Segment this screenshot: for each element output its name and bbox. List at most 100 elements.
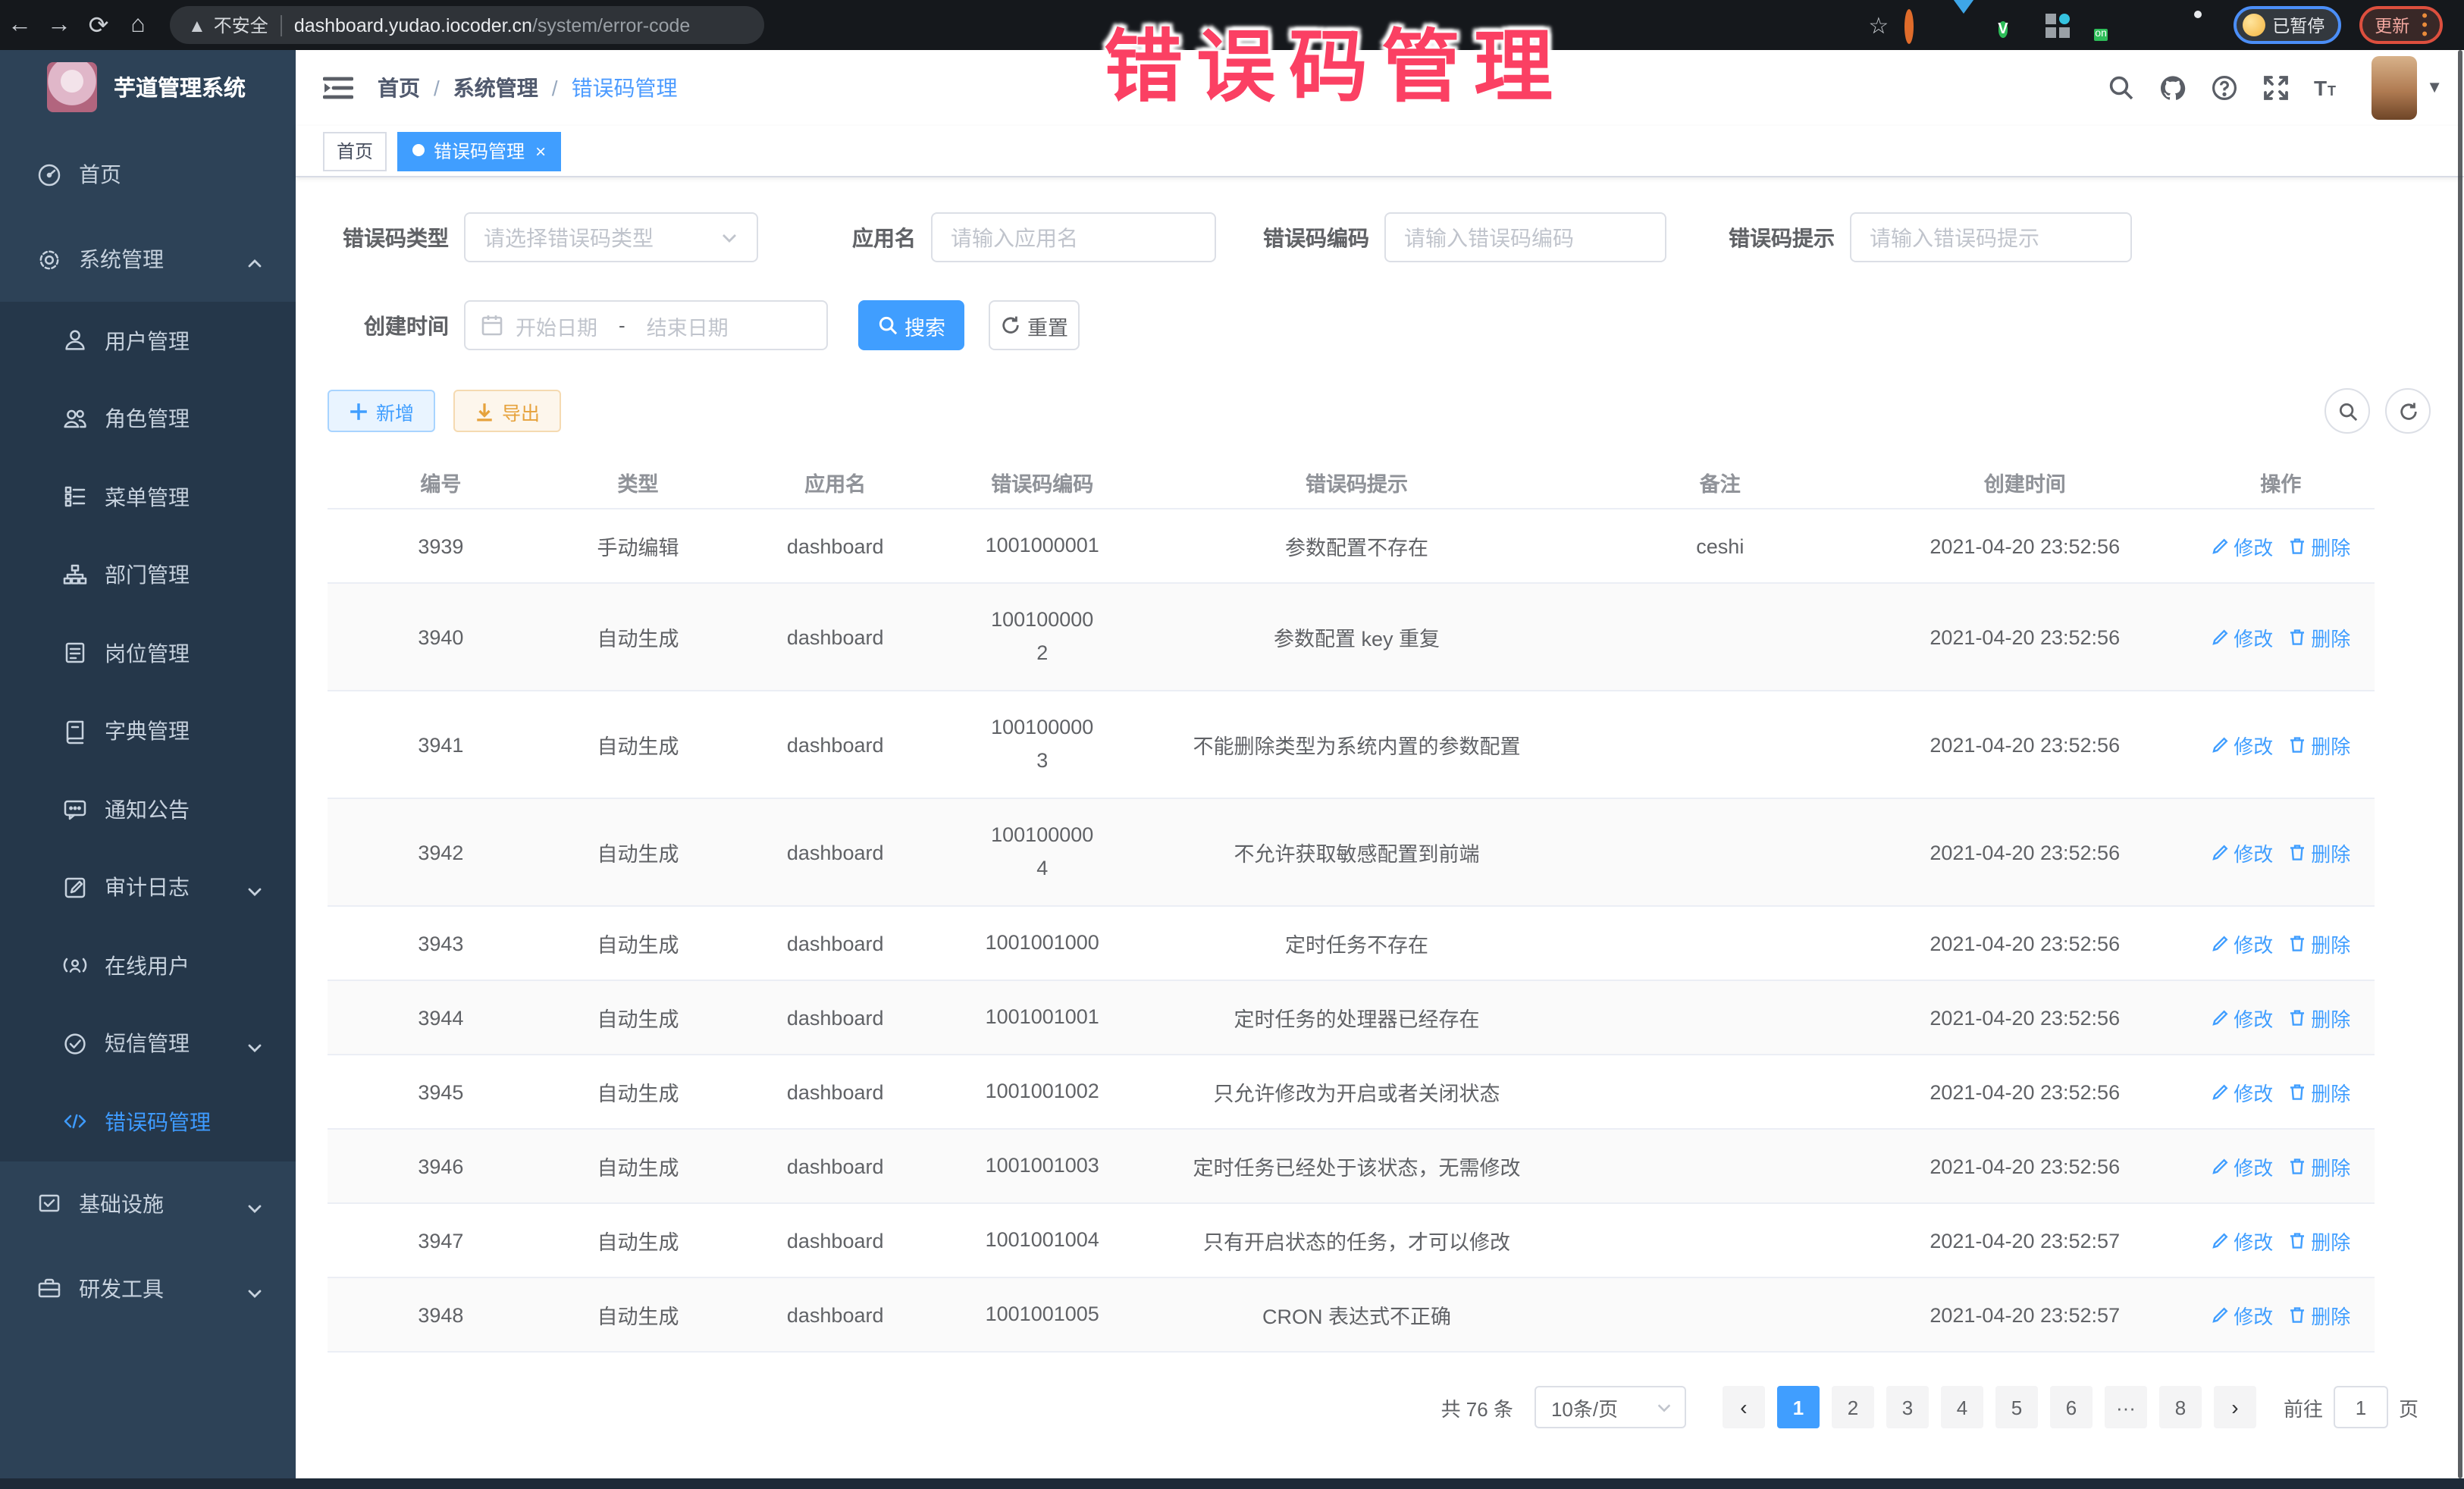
prev-page-button[interactable]: ‹: [1723, 1386, 1765, 1428]
page-size-select[interactable]: 10条/页: [1535, 1386, 1686, 1428]
cell-type: 自动生成: [554, 691, 722, 798]
browser-update-button[interactable]: 更新 •••: [2359, 6, 2443, 44]
more-pages-button[interactable]: ···: [2105, 1386, 2147, 1428]
sidebar-item-在线用户[interactable]: 在线用户: [0, 926, 296, 1005]
edit-link[interactable]: 修改: [2211, 1226, 2273, 1255]
address-bar[interactable]: ▲ 不安全 dashboard.yudao.iocoder.cn /system…: [170, 6, 764, 44]
cell-code: 1001001002: [948, 1055, 1136, 1129]
filter-hint-input[interactable]: 请输入错误码提示: [1850, 212, 2132, 262]
sidebar-item-系统管理[interactable]: 系统管理: [0, 217, 296, 302]
github-icon[interactable]: [2159, 74, 2187, 102]
help-icon[interactable]: [2211, 74, 2238, 102]
edit-link[interactable]: 修改: [2211, 1300, 2273, 1329]
edit-link[interactable]: 修改: [2211, 730, 2273, 759]
logo-image: [47, 61, 97, 111]
cell-id: 3948: [328, 1277, 554, 1352]
sidebar-item-首页[interactable]: 首页: [0, 132, 296, 217]
page-button-6[interactable]: 6: [2050, 1386, 2093, 1428]
sidebar-item-菜单管理[interactable]: 菜单管理: [0, 458, 296, 536]
edit-link[interactable]: 修改: [2211, 1152, 2273, 1180]
fullscreen-icon[interactable]: [2262, 74, 2290, 102]
filter-app-input[interactable]: 请输入应用名: [931, 212, 1216, 262]
edit-link[interactable]: 修改: [2211, 1003, 2273, 1032]
breadcrumb-home[interactable]: 首页: [378, 73, 420, 103]
extensions-puzzle-icon[interactable]: [2186, 13, 2210, 37]
delete-link[interactable]: 删除: [2288, 1003, 2350, 1032]
edit-link[interactable]: 修改: [2211, 531, 2273, 560]
sidebar-item-label: 字典管理: [105, 716, 190, 747]
page-button-5[interactable]: 5: [1995, 1386, 2038, 1428]
sidebar-item-错误码管理[interactable]: 错误码管理: [0, 1083, 296, 1161]
browser-forward-icon[interactable]: →: [39, 11, 79, 39]
page-button-1[interactable]: 1: [1777, 1386, 1820, 1428]
ext-blue-gem-icon[interactable]: [1951, 13, 1975, 37]
delete-link[interactable]: 删除: [2288, 1300, 2350, 1329]
edit-link[interactable]: 修改: [2211, 622, 2273, 651]
delete-link[interactable]: 删除: [2288, 622, 2350, 651]
export-button[interactable]: 导出: [453, 390, 561, 432]
sidebar-item-通知公告[interactable]: 通知公告: [0, 770, 296, 848]
delete-link[interactable]: 删除: [2288, 1077, 2350, 1106]
header-search-icon[interactable]: [2108, 74, 2135, 102]
filter-code-input[interactable]: 请输入错误码编码: [1384, 212, 1666, 262]
page-button-4[interactable]: 4: [1941, 1386, 1983, 1428]
delete-link[interactable]: 删除: [2288, 838, 2350, 867]
cell-app: dashboard: [722, 906, 948, 980]
delete-link[interactable]: 删除: [2288, 730, 2350, 759]
ext-orange-ring-icon[interactable]: [1904, 13, 1928, 37]
sidebar-logo[interactable]: 芋道管理系统: [0, 50, 296, 123]
hamburger-icon[interactable]: [323, 74, 353, 102]
delete-link[interactable]: 删除: [2288, 929, 2350, 958]
sidebar-item-部门管理[interactable]: 部门管理: [0, 536, 296, 614]
breadcrumb-current: 错误码管理: [572, 73, 678, 103]
tab-home[interactable]: 首页: [323, 131, 387, 171]
add-button[interactable]: 新增: [328, 390, 435, 432]
scrollbar[interactable]: [2458, 50, 2462, 1478]
delete-link[interactable]: 删除: [2288, 1152, 2350, 1180]
next-page-button[interactable]: ›: [2214, 1386, 2256, 1428]
browser-home-icon[interactable]: ⌂: [118, 11, 158, 39]
chevron-down-icon: [1656, 1399, 1672, 1415]
tab-error-code[interactable]: 错误码管理×: [397, 131, 561, 171]
ext-green-v-icon[interactable]: V: [1998, 13, 2022, 37]
browser-reload-icon[interactable]: ⟳: [79, 10, 118, 40]
edit-link[interactable]: 修改: [2211, 929, 2273, 958]
page-button-2[interactable]: 2: [1832, 1386, 1874, 1428]
search-button[interactable]: 搜索: [858, 300, 964, 350]
profile-paused-pill[interactable]: 已暂停: [2233, 6, 2341, 44]
tab-close-icon[interactable]: ×: [535, 140, 546, 161]
edit-link[interactable]: 修改: [2211, 838, 2273, 867]
show-search-circle-button[interactable]: [2324, 388, 2370, 434]
sidebar-item-角色管理[interactable]: 角色管理: [0, 380, 296, 458]
column-header-错误码提示: 错误码提示: [1136, 456, 1577, 509]
font-size-icon[interactable]: TT: [2314, 74, 2341, 102]
browser-menu-kebab-icon[interactable]: •••: [2422, 11, 2428, 39]
ext-on-badge-icon[interactable]: on: [2092, 13, 2116, 37]
sidebar-item-审计日志[interactable]: 审计日志: [0, 848, 296, 926]
avatar-caret-icon[interactable]: ▼: [2426, 79, 2443, 97]
goto-page-input[interactable]: 1: [2334, 1386, 2388, 1428]
refresh-circle-button[interactable]: [2385, 388, 2431, 434]
page-button-3[interactable]: 3: [1886, 1386, 1929, 1428]
page-button-8[interactable]: 8: [2159, 1386, 2202, 1428]
user-avatar[interactable]: [2372, 56, 2417, 120]
delete-link[interactable]: 删除: [2288, 531, 2350, 560]
sidebar-item-研发工具[interactable]: 研发工具: [0, 1246, 296, 1331]
ext-grid-icon[interactable]: [2045, 13, 2069, 37]
sidebar-item-岗位管理[interactable]: 岗位管理: [0, 614, 296, 692]
delete-link[interactable]: 删除: [2288, 1226, 2350, 1255]
sidebar-item-用户管理[interactable]: 用户管理: [0, 302, 296, 380]
sidebar-item-字典管理[interactable]: 字典管理: [0, 692, 296, 770]
date-range-input[interactable]: 开始日期 - 结束日期: [464, 300, 828, 350]
sidebar-item-基础设施[interactable]: 基础设施: [0, 1161, 296, 1246]
reset-button[interactable]: 重置: [989, 300, 1080, 350]
edit-link[interactable]: 修改: [2211, 1077, 2273, 1106]
breadcrumb-system[interactable]: 系统管理: [453, 73, 538, 103]
browser-back-icon[interactable]: ←: [0, 11, 39, 39]
filter-type-select[interactable]: 请选择错误码类型: [464, 212, 758, 262]
ext-green-key-icon[interactable]: [2139, 13, 2163, 37]
page-unit-label: 页: [2399, 1393, 2419, 1422]
sidebar-item-短信管理[interactable]: 短信管理: [0, 1005, 296, 1083]
chevron-down-icon: [247, 1281, 262, 1296]
bookmark-star-icon[interactable]: ☆: [1868, 11, 1889, 39]
